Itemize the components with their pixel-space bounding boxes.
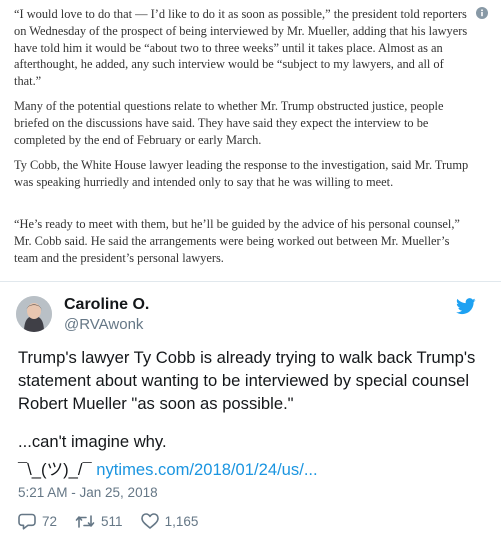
- retweet-icon: [75, 514, 95, 528]
- tweet-link-line: ¯\_(ツ)_/¯ nytimes.com/2018/01/24/us/...: [18, 456, 318, 480]
- article-excerpt: “I would love to do that — I’d like to d…: [0, 0, 501, 281]
- tweet-timestamp[interactable]: 5:21 AM - Jan 25, 2018: [18, 485, 158, 500]
- avatar[interactable]: [16, 296, 52, 332]
- twitter-bird-icon[interactable]: [456, 298, 476, 315]
- shrug-emoticon: ¯\_(ツ)_/¯: [18, 460, 92, 479]
- tweet-text: Trump's lawyer Ty Cobb is already trying…: [18, 348, 476, 413]
- article-paragraph-4: “He’s ready to meet with them, but he’ll…: [14, 217, 460, 265]
- like-count: 1,165: [164, 513, 199, 529]
- reply-icon: [18, 513, 36, 530]
- user-handle[interactable]: @RVAwonk: [64, 316, 143, 333]
- display-name[interactable]: Caroline O.: [64, 296, 149, 314]
- article-paragraph-3: Ty Cobb, the White House lawyer leading …: [14, 158, 469, 189]
- tweet-text-line: ...can't imagine why.: [18, 432, 167, 451]
- retweet-button[interactable]: 511: [75, 514, 123, 529]
- info-icon[interactable]: [476, 7, 488, 19]
- article-paragraph-2: Many of the potential questions relate t…: [14, 99, 444, 147]
- tweet-actions: 72 511 1,165: [18, 510, 216, 532]
- retweet-count: 511: [101, 513, 123, 529]
- reply-button[interactable]: 72: [18, 513, 57, 530]
- like-button[interactable]: 1,165: [140, 513, 199, 529]
- article-link[interactable]: nytimes.com/2018/01/24/us/...: [96, 460, 317, 479]
- like-icon: [140, 513, 159, 529]
- reply-count: 72: [42, 513, 58, 529]
- embedded-tweet[interactable]: Caroline O. @RVAwonk Trump's lawyer Ty C…: [0, 282, 501, 557]
- article-paragraph-1: “I would love to do that — I’d like to d…: [14, 7, 468, 89]
